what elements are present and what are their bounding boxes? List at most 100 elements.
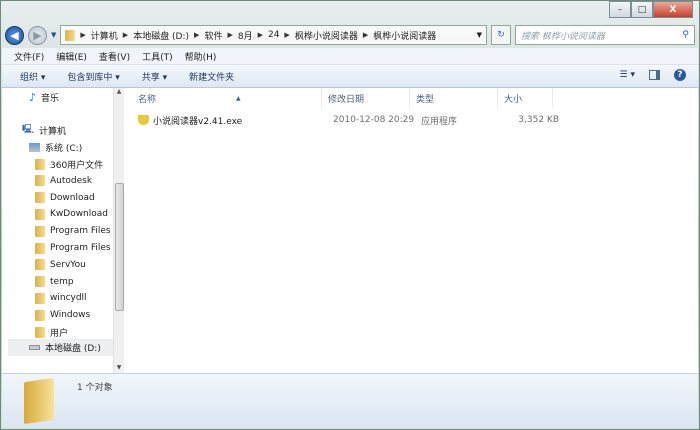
menu-tools[interactable]: 工具(T) [142, 50, 173, 63]
nav-item-folder[interactable]: Program Files [35, 240, 111, 256]
column-label: 名称 [138, 94, 157, 105]
breadcrumb-24[interactable]: 24 [268, 30, 279, 40]
menu-edit[interactable]: 编辑(E) [56, 50, 87, 63]
file-type: 应用程序 [421, 116, 458, 127]
nav-label: Autodesk [50, 175, 93, 186]
address-bar[interactable]: ▶ 计算机 ▶ 本地磁盘 (D:) ▶ 软件 ▶ 8月 ▶ 24 ▶ 枫桦小说阅读器 ▶ 枫… [60, 25, 487, 45]
chevron-right-icon: ▶ [284, 31, 290, 39]
minimize-button[interactable]: – [609, 1, 631, 18]
file-list: 名称 ▲ 修改日期 类型 大小 小说阅读器v2.41.exe 2010-12-08… [124, 88, 698, 373]
folder-icon [35, 292, 45, 304]
refresh-icon[interactable]: ↻ [491, 25, 511, 45]
nav-item-folder[interactable]: ServYou [35, 257, 86, 273]
file-name: 小说阅读器v2.41.exe [153, 116, 243, 127]
new-folder-button[interactable]: 新建文件夹 [189, 70, 234, 83]
nav-label: Download [50, 192, 95, 203]
nav-label: 360用户文件 [50, 160, 104, 171]
nav-label: wincydll [50, 293, 87, 304]
nav-item-folder[interactable]: Program Files [35, 223, 111, 239]
preview-pane-icon[interactable] [649, 70, 660, 80]
forward-button[interactable]: ▶ [28, 25, 47, 45]
folder-icon [35, 192, 45, 204]
close-button[interactable]: X [653, 1, 693, 18]
search-icon: ⚲ [682, 30, 689, 40]
organize-button[interactable]: 组织 ▾ [20, 70, 45, 83]
nav-label: Program Files [50, 243, 111, 253]
breadcrumb-reader[interactable]: 枫桦小说阅读器 [373, 29, 436, 42]
sort-arrow-icon: ▲ [236, 94, 241, 102]
nav-item-computer[interactable]: 🖳 计算机 [22, 122, 66, 138]
nav-label: 计算机 [39, 126, 67, 137]
help-icon[interactable]: ? [674, 69, 686, 81]
menu-file[interactable]: 文件(F) [14, 50, 44, 63]
breadcrumb-computer[interactable]: 计算机 [91, 29, 118, 42]
item-count: 1 个对象 [77, 383, 113, 393]
scrollbar-thumb[interactable] [115, 183, 124, 311]
title-bar: – □ X [1, 1, 699, 23]
breadcrumb-august[interactable]: 8月 [238, 29, 253, 42]
nav-item-folder[interactable]: KwDownload [35, 206, 108, 222]
folder-icon [35, 158, 45, 170]
folder-icon [35, 326, 45, 338]
column-label: 类型 [416, 94, 435, 105]
command-bar: 组织 ▾ 包含到库中 ▾ 共享 ▾ 新建文件夹 ☰ ▾ ? [2, 65, 698, 88]
nav-label: 系统 (C:) [45, 143, 83, 154]
nav-scrollbar[interactable]: ▲ ▼ [113, 88, 124, 373]
column-label: 修改日期 [328, 94, 365, 105]
nav-item-c-drive[interactable]: 系统 (C:) [29, 139, 82, 155]
menu-view[interactable]: 查看(V) [99, 50, 130, 63]
view-options-icon[interactable]: ☰ ▾ [620, 70, 635, 80]
folder-icon [35, 242, 45, 254]
folder-icon [35, 175, 45, 187]
breadcrumb-d-drive[interactable]: 本地磁盘 (D:) [133, 29, 189, 42]
breadcrumb-reader-parent[interactable]: 枫桦小说阅读器 [295, 29, 358, 42]
nav-item-folder[interactable]: wincydll [35, 290, 87, 306]
details-pane: 1 个对象 [2, 373, 698, 428]
chevron-right-icon: ▶ [362, 31, 369, 39]
music-icon: ♪ [29, 90, 37, 104]
nav-item-folder[interactable]: temp [35, 274, 74, 290]
maximize-button[interactable]: □ [631, 1, 653, 18]
nav-item-music[interactable]: ♪ 音乐 [29, 89, 59, 105]
scroll-down-icon[interactable]: ▼ [114, 364, 124, 371]
nav-item-folder[interactable]: Download [35, 190, 95, 206]
chevron-right-icon: ▶ [257, 31, 263, 39]
folder-icon [35, 259, 45, 271]
chevron-right-icon: ▶ [80, 31, 86, 39]
nav-item-folder[interactable]: Autodesk [35, 173, 92, 189]
nav-label: KwDownload [50, 209, 108, 220]
nav-label: 用户 [50, 328, 69, 339]
chevron-right-icon: ▶ [122, 31, 129, 39]
drive-icon [29, 142, 40, 152]
menu-help[interactable]: 帮助(H) [185, 50, 217, 63]
scroll-up-icon[interactable]: ▲ [114, 88, 124, 95]
recent-pages-dropdown-icon[interactable]: ▼ [51, 31, 56, 39]
nav-item-folder[interactable]: 用户 [35, 324, 68, 340]
nav-item-d-drive[interactable]: 本地磁盘 (D:) [29, 339, 101, 355]
include-in-library-button[interactable]: 包含到库中 ▾ [67, 70, 119, 83]
column-header-size[interactable]: 大小 [498, 88, 553, 108]
folder-icon [35, 225, 45, 237]
share-button[interactable]: 共享 ▾ [142, 70, 167, 83]
navigation-pane: ♪ 音乐 🖳 计算机 系统 (C:) 360用户文件 Autodesk Download… [2, 88, 113, 373]
folder-icon [35, 309, 45, 321]
nav-item-folder[interactable]: Windows [35, 307, 90, 323]
file-row[interactable]: 小说阅读器v2.41.exe 2010-12-08 20:29 应用程序 3,3… [138, 112, 698, 128]
file-size: 3,352 KB [518, 115, 559, 125]
address-dropdown-icon[interactable]: ▼ [477, 31, 482, 39]
back-button[interactable]: ◀ [5, 25, 24, 45]
nav-label: Windows [50, 310, 91, 321]
nav-label: 音乐 [41, 93, 60, 104]
nav-item-folder[interactable]: 360用户文件 [35, 156, 103, 172]
computer-icon: 🖳 [22, 125, 35, 135]
column-header-type[interactable]: 类型 [410, 88, 498, 108]
search-placeholder: 搜索 枫桦小说阅读器 [521, 31, 605, 42]
chevron-right-icon: ▶ [194, 31, 200, 39]
column-header-name[interactable]: 名称 ▲ [124, 88, 322, 108]
breadcrumb-software[interactable]: 软件 [204, 29, 222, 42]
file-modified: 2010-12-08 20:29 [333, 115, 415, 125]
folder-large-icon [24, 377, 54, 425]
column-header-modified[interactable]: 修改日期 [322, 88, 410, 108]
nav-label: temp [50, 276, 74, 287]
search-input[interactable]: 搜索 枫桦小说阅读器 ⚲ [515, 25, 695, 45]
